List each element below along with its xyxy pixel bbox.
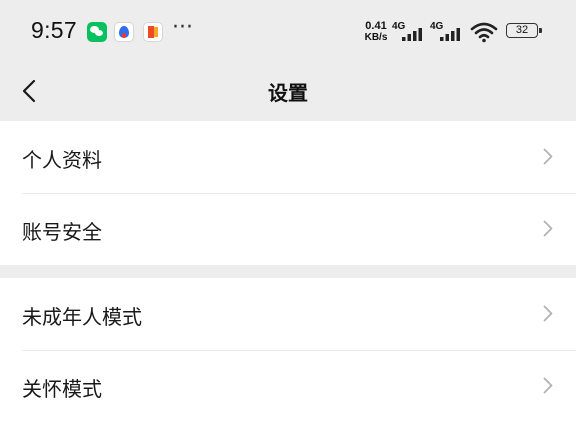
navigation-bar: 设置 [0, 62, 576, 120]
settings-item-minor-mode[interactable]: 未成年人模式 [0, 278, 576, 351]
network-speed-unit: KB/s [364, 32, 388, 43]
more-notifications-indicator: ··· [172, 15, 193, 40]
page-title: 设置 [268, 81, 308, 105]
settings-item-label: 账号安全 [22, 220, 102, 244]
settings-item-label: 关怀模式 [22, 377, 102, 401]
settings-item-care-mode[interactable]: 关怀模式 [0, 350, 576, 422]
status-bar: 9:57 ··· 0.41 KB/s 4G 4G 32 [0, 0, 576, 62]
settings-item-label: 个人资料 [22, 148, 102, 172]
wifi-icon [470, 22, 498, 43]
settings-item-profile[interactable]: 个人资料 [0, 121, 576, 194]
status-time: 9:57 [31, 17, 77, 43]
network-speed: 0.41 KB/s [361, 20, 391, 44]
battery-icon: 32 [506, 23, 542, 38]
chevron-right-icon [543, 377, 553, 394]
cellular-signal-1: 4G [392, 21, 428, 43]
signal-bars-icon [440, 28, 460, 41]
settings-item-label: 未成年人模式 [22, 305, 142, 329]
settings-item-account-security[interactable]: 账号安全 [0, 193, 576, 265]
chevron-right-icon [543, 220, 553, 237]
network-speed-value: 0.41 [365, 20, 387, 32]
settings-group-account: 个人资料 账号安全 [0, 121, 576, 265]
battery-level: 32 [515, 24, 529, 36]
office-icon [143, 22, 163, 42]
cellular-signal-2: 4G [430, 21, 466, 43]
baidu-netdisk-icon [114, 22, 134, 42]
signal-bars-icon [402, 28, 422, 41]
chevron-right-icon [543, 148, 553, 165]
chevron-right-icon [543, 305, 553, 322]
settings-group-modes: 未成年人模式 关怀模式 [0, 278, 576, 422]
wechat-icon [87, 22, 107, 42]
